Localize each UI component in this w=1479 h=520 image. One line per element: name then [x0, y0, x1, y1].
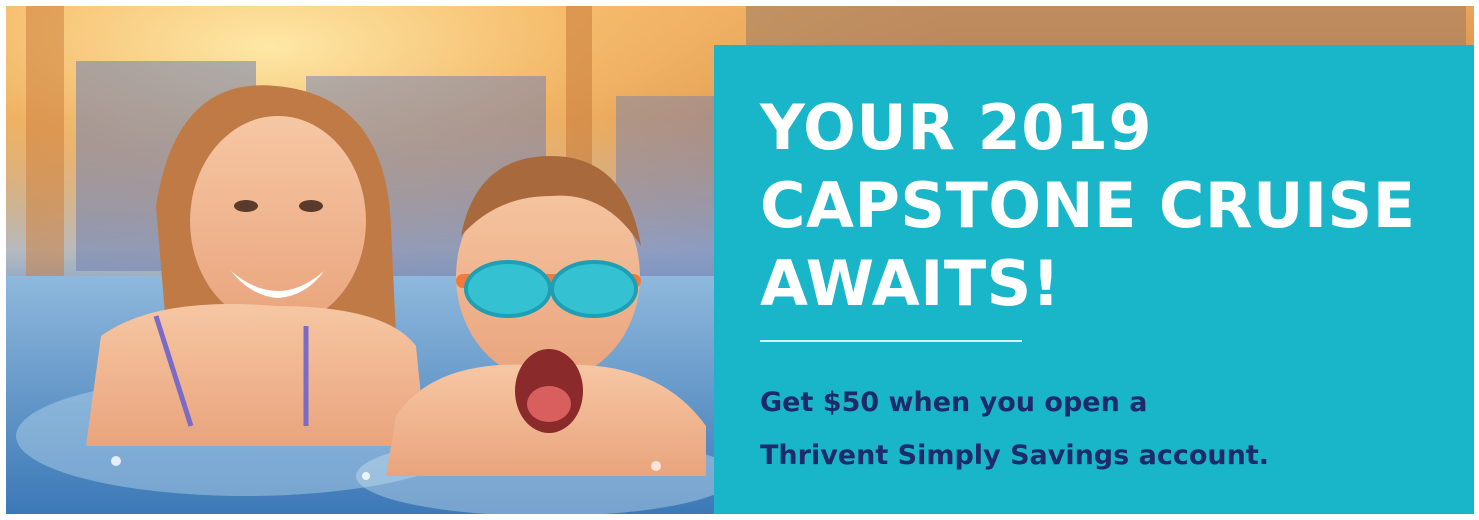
- headline-line: YOUR 2019: [760, 91, 1153, 164]
- headline-line: AWAITS!: [760, 247, 1061, 320]
- promo-panel: YOUR 2019 CAPSTONE CRUISE AWAITS! Get $5…: [714, 45, 1474, 514]
- promo-banner[interactable]: YOUR 2019 CAPSTONE CRUISE AWAITS! Get $5…: [0, 0, 1479, 520]
- divider: [760, 340, 1022, 342]
- offer-line: Get $50 when you open a: [760, 387, 1148, 418]
- headline: YOUR 2019 CAPSTONE CRUISE AWAITS!: [760, 89, 1450, 323]
- headline-line: CAPSTONE CRUISE: [760, 169, 1416, 242]
- offer-text: Get $50 when you open a Thrivent Simply …: [760, 376, 1450, 482]
- offer-line: Thrivent Simply Savings account.: [760, 440, 1269, 471]
